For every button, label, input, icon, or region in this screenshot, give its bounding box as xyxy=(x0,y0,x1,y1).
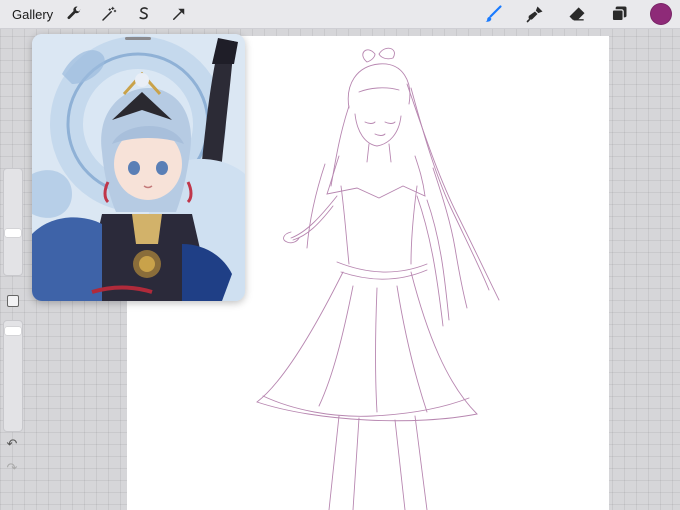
smudge-icon xyxy=(526,6,543,23)
brush-size-thumb[interactable] xyxy=(5,229,21,237)
opacity-thumb[interactable] xyxy=(5,327,21,335)
redo-button[interactable]: ↷ xyxy=(5,462,19,476)
brush-tool-button[interactable] xyxy=(482,3,504,25)
top-toolbar: Gallery xyxy=(0,0,680,29)
layers-button[interactable] xyxy=(608,3,630,25)
opacity-slider[interactable] xyxy=(3,320,23,432)
eraser-icon xyxy=(569,7,585,21)
right-toolset xyxy=(462,3,672,25)
magic-wand-icon xyxy=(102,6,117,21)
color-picker-button[interactable] xyxy=(650,3,672,25)
arrow-cursor-icon xyxy=(173,8,185,20)
brush-icon xyxy=(485,5,502,22)
actions-button[interactable] xyxy=(63,3,85,25)
selection-button[interactable] xyxy=(133,3,155,25)
adjustments-button[interactable] xyxy=(98,3,120,25)
wrench-icon xyxy=(67,6,81,20)
left-sidebar: ↶ ↷ xyxy=(2,168,23,480)
reference-image xyxy=(32,34,245,301)
window-grabber[interactable] xyxy=(125,37,151,40)
transform-button[interactable] xyxy=(168,3,190,25)
eraser-tool-button[interactable] xyxy=(566,3,588,25)
brush-size-slider[interactable] xyxy=(3,168,23,276)
undo-button[interactable]: ↶ xyxy=(5,438,19,452)
gallery-button[interactable]: Gallery xyxy=(12,7,53,22)
smudge-tool-button[interactable] xyxy=(524,3,546,25)
modify-button[interactable] xyxy=(7,295,19,307)
reference-image-window[interactable] xyxy=(32,34,245,301)
selection-s-icon xyxy=(139,7,149,20)
layers-icon xyxy=(611,6,627,22)
